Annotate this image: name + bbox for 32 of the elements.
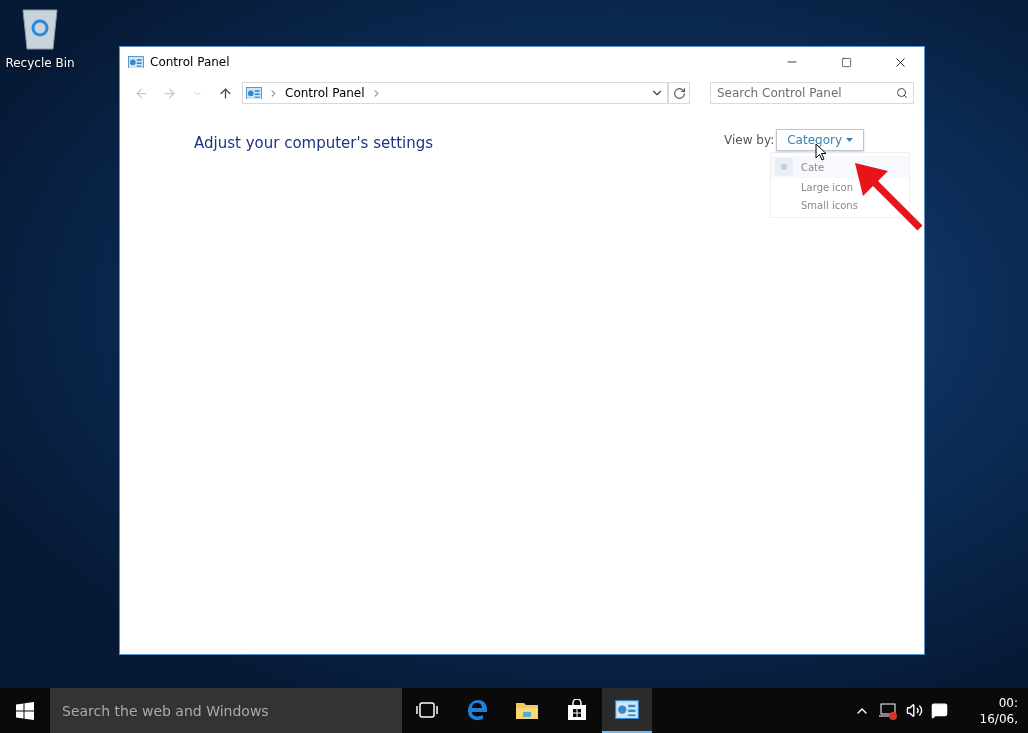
forward-arrow-icon [161,85,177,101]
caret-icon [846,138,853,142]
control-panel-icon [615,699,639,720]
recycle-bin-icon[interactable] [20,8,60,50]
clock-date: 16/06, [979,710,1018,727]
search-field[interactable]: Search Control Panel [710,82,914,104]
view-by-label: View by: [724,133,775,147]
clock-time: 00: [998,694,1018,711]
network-disconnected-icon[interactable] [878,701,898,720]
window-title: Control Panel [150,55,231,69]
breadcrumb-item[interactable]: Control Panel [285,86,365,100]
refresh-icon [672,86,686,100]
refresh-button[interactable] [668,82,690,104]
browser-icon [466,698,488,721]
task-view-icon [416,701,438,718]
desktop-icon-label: Recycle Bin [5,56,75,70]
taskbar-app-button[interactable] [602,688,652,733]
address-bar[interactable]: Control Panel [242,82,668,104]
notifications-icon[interactable] [931,702,948,719]
menu-item[interactable]: Small icons [771,196,909,214]
menu-item[interactable]: Large icon [771,178,909,196]
volume-icon[interactable] [906,702,923,719]
address-icon [246,86,262,100]
clock[interactable]: 00: 16/06, [968,694,1018,727]
windows-logo-icon [16,701,34,720]
maximize-icon [840,56,852,68]
view-by-dropdown[interactable]: Category [776,129,864,151]
store-bag-icon [566,698,588,721]
taskbar-search-field[interactable]: Search the web and Windows [50,688,402,733]
window-icon [128,55,144,69]
page-heading: Adjust your computer's settings [194,134,435,154]
search-icon [896,87,908,99]
